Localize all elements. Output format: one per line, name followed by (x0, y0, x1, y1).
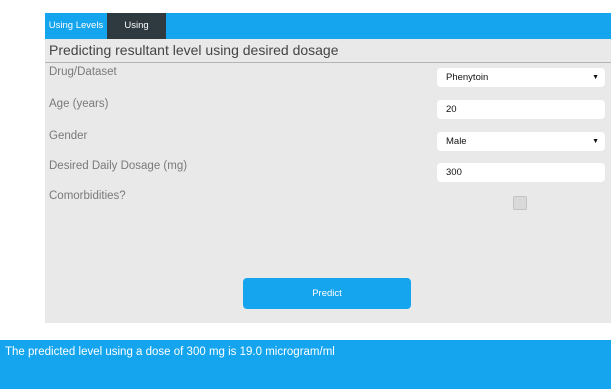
comorbidities-label: Comorbidities? (49, 190, 126, 202)
tab-using-dosage[interactable]: Using Dosage (107, 13, 166, 57)
gender-select[interactable]: Male ▼ (437, 132, 605, 151)
gender-label: Gender (49, 130, 88, 142)
age-label: Age (years) (49, 98, 109, 110)
dosage-form-panel: Predicting resultant level using desired… (45, 39, 611, 323)
dropdown-arrow-icon: ▼ (592, 138, 599, 145)
dropdown-arrow-icon: ▼ (592, 74, 599, 81)
result-banner: The predicted level using a dose of 300 … (0, 340, 611, 389)
tab-bar: Using Levels Using Dosage (45, 13, 611, 57)
drug-select-value: Phenytoin (446, 72, 489, 83)
drug-label: Drug/Dataset (49, 66, 117, 78)
dosage-input[interactable]: 300 (437, 163, 605, 182)
age-input[interactable]: 20 (437, 100, 605, 119)
dosage-label: Desired Daily Dosage (mg) (49, 160, 188, 172)
dosage-input-value: 300 (446, 167, 462, 178)
predict-button[interactable]: Predict (243, 278, 411, 309)
gender-select-value: Male (446, 136, 467, 147)
title-divider (45, 62, 611, 63)
app-stage: Using Levels Using Dosage Predicting res… (0, 0, 611, 389)
result-text: The predicted level using a dose of 300 … (5, 346, 335, 358)
age-input-value: 20 (446, 104, 457, 115)
panel-title: Predicting resultant level using desired… (49, 42, 339, 58)
drug-select[interactable]: Phenytoin ▼ (437, 68, 605, 87)
tab-using-levels[interactable]: Using Levels (45, 13, 107, 39)
comorbidities-checkbox[interactable] (513, 196, 527, 210)
